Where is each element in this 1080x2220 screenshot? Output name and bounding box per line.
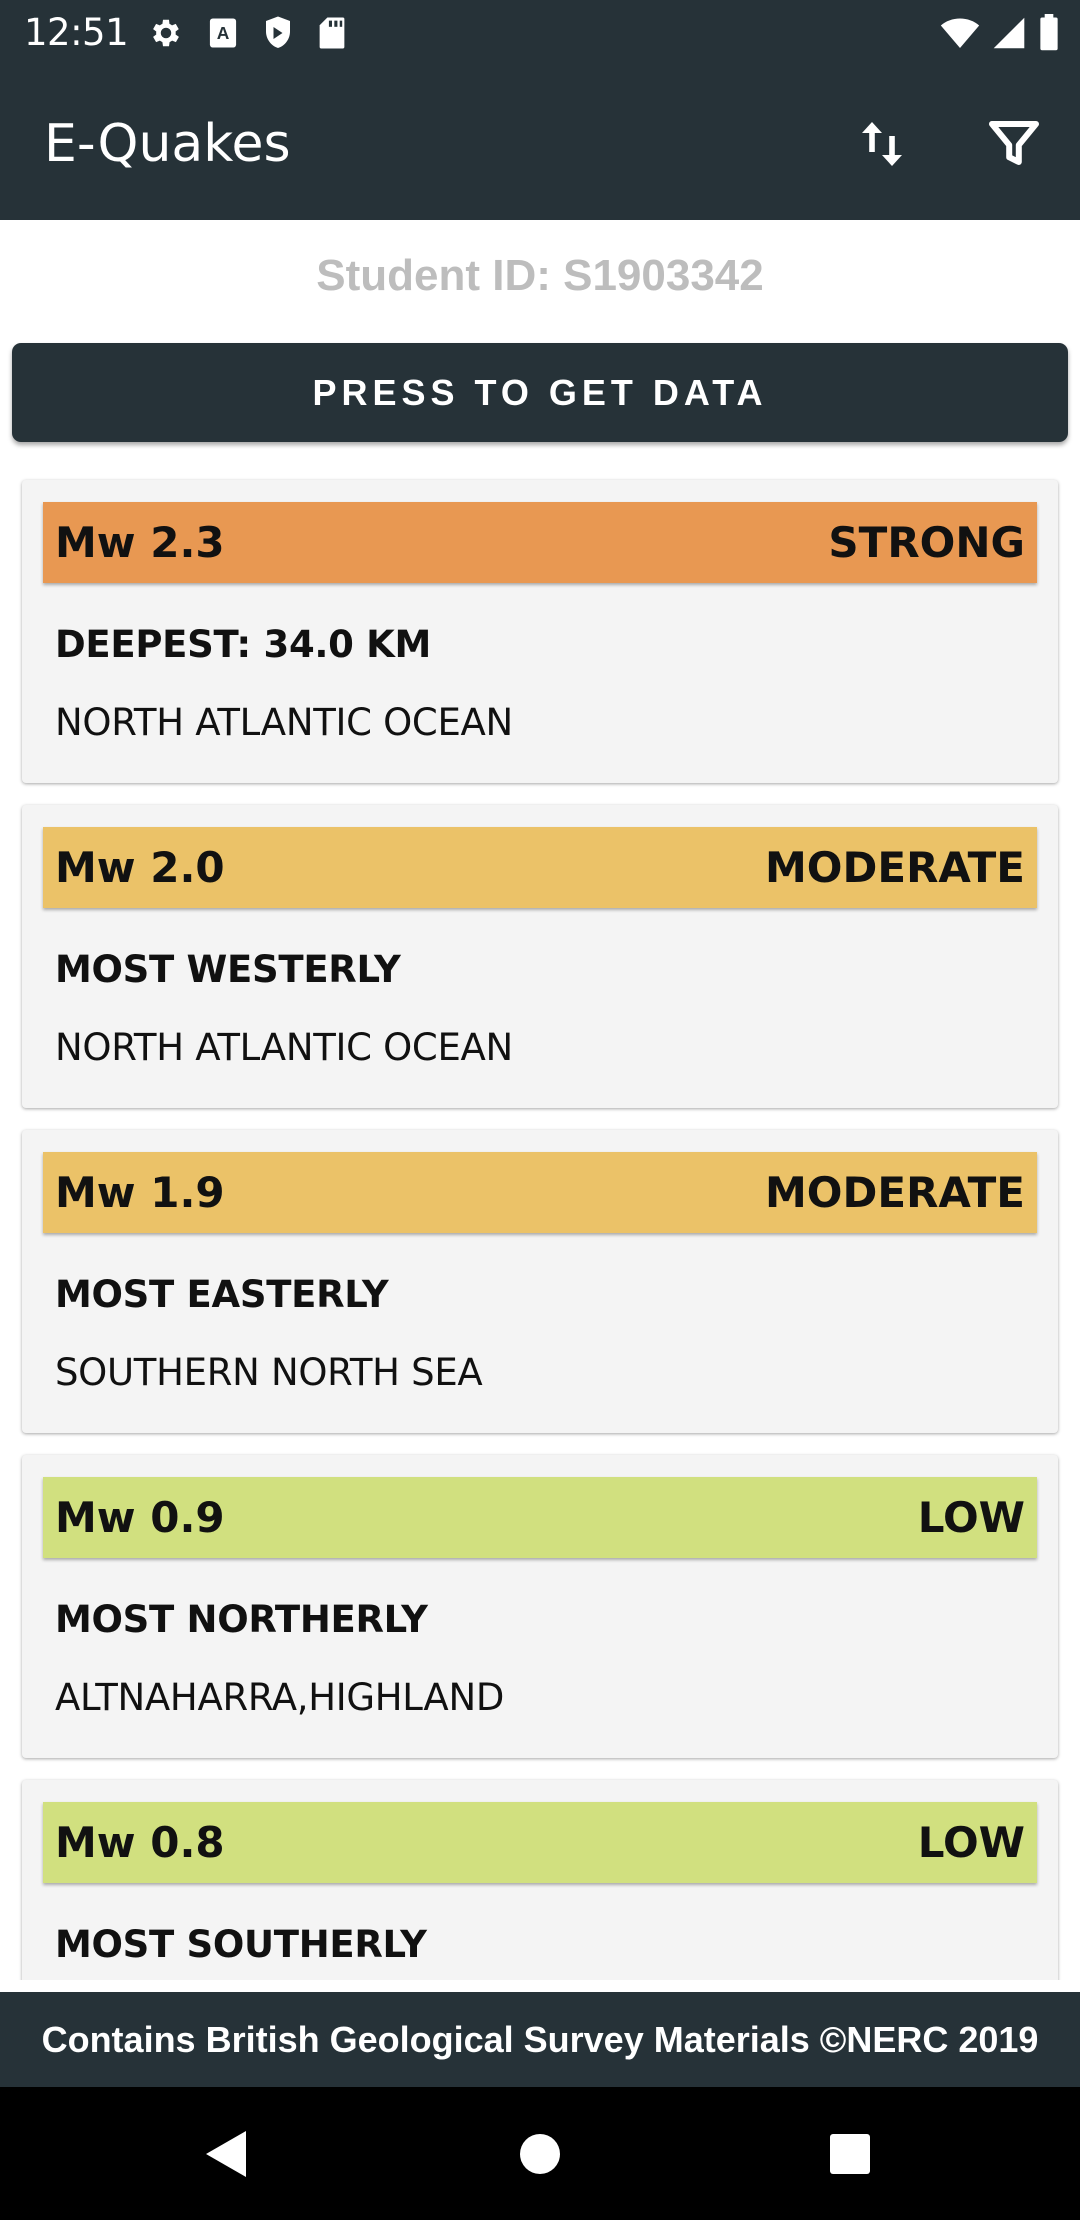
- quake-card-title: MOST SOUTHERLY: [55, 1923, 427, 1966]
- get-data-button[interactable]: PRESS TO GET DATA: [12, 343, 1068, 442]
- severity-label: MODERATE: [765, 1168, 1025, 1217]
- filter-button[interactable]: [982, 112, 1046, 176]
- quake-card[interactable]: Mw 2.0 MODERATE MOST WESTERLY NORTH ATLA…: [22, 805, 1058, 1108]
- status-bar: 12:51 A: [0, 0, 1080, 66]
- home-button[interactable]: [499, 2113, 581, 2195]
- quake-card-location: NORTH ATLANTIC OCEAN: [55, 701, 513, 744]
- quake-card-title: MOST NORTHERLY: [55, 1598, 428, 1641]
- severity-label: MODERATE: [765, 843, 1025, 892]
- font-icon: A: [209, 18, 237, 48]
- severity-label: LOW: [917, 1493, 1025, 1542]
- status-icons-right: [940, 14, 1060, 52]
- quake-card-title: MOST WESTERLY: [55, 948, 401, 991]
- quake-card-header: Mw 0.9 LOW: [43, 1477, 1037, 1558]
- battery-icon: [1040, 14, 1058, 51]
- quake-card-location: ALTNAHARRA,HIGHLAND: [55, 1676, 505, 1719]
- sort-icon: [862, 122, 902, 166]
- severity-label: LOW: [917, 1818, 1025, 1867]
- home-icon: [520, 2134, 560, 2174]
- filter-icon: [989, 121, 1039, 165]
- quake-card-header: Mw 2.0 MODERATE: [43, 827, 1037, 908]
- app-title: E-Quakes: [44, 114, 291, 174]
- status-time: 12:51: [24, 11, 129, 54]
- recents-icon: [830, 2134, 870, 2174]
- student-id: Student ID: S1903342: [316, 251, 764, 300]
- status-icons-left: A: [148, 15, 346, 51]
- magnitude-label: Mw 2.3: [55, 518, 225, 567]
- quake-card[interactable]: Mw 0.8 LOW MOST SOUTHERLY: [22, 1780, 1058, 1980]
- cell-signal-icon: [993, 17, 1025, 49]
- shield-icon: [266, 16, 290, 48]
- quake-card-header: Mw 1.9 MODERATE: [43, 1152, 1037, 1233]
- navigation-bar: [0, 2087, 1080, 2220]
- quake-card-location: NORTH ATLANTIC OCEAN: [55, 1026, 513, 1069]
- sd-card-icon: [319, 17, 345, 49]
- quake-card[interactable]: Mw 2.3 STRONG DEEPEST: 34.0 KM NORTH ATL…: [22, 480, 1058, 783]
- earthquake-list[interactable]: Mw 2.3 STRONG DEEPEST: 34.0 KM NORTH ATL…: [0, 468, 1080, 1980]
- quake-card-header: Mw 2.3 STRONG: [43, 502, 1037, 583]
- back-button[interactable]: [185, 2113, 267, 2195]
- attribution-footer: Contains British Geological Survey Mater…: [0, 1992, 1080, 2087]
- settings-icon: [153, 19, 179, 47]
- sort-button[interactable]: [850, 112, 914, 176]
- magnitude-label: Mw 2.0: [55, 843, 225, 892]
- severity-label: STRONG: [828, 518, 1025, 567]
- app-bar: E-Quakes: [0, 66, 1080, 220]
- magnitude-label: Mw 0.9: [55, 1493, 225, 1542]
- svg-text:A: A: [217, 23, 230, 43]
- wifi-icon: [940, 18, 980, 48]
- quake-card[interactable]: Mw 0.9 LOW MOST NORTHERLY ALTNAHARRA,HIG…: [22, 1455, 1058, 1758]
- back-icon: [206, 2131, 246, 2177]
- quake-card-header: Mw 0.8 LOW: [43, 1802, 1037, 1883]
- quake-card-title: DEEPEST: 34.0 KM: [55, 623, 432, 666]
- quake-card-title: MOST EASTERLY: [55, 1273, 389, 1316]
- quake-card-location: SOUTHERN NORTH SEA: [55, 1351, 483, 1394]
- magnitude-label: Mw 0.8: [55, 1818, 225, 1867]
- recents-button[interactable]: [809, 2113, 891, 2195]
- quake-card[interactable]: Mw 1.9 MODERATE MOST EASTERLY SOUTHERN N…: [22, 1130, 1058, 1433]
- magnitude-label: Mw 1.9: [55, 1168, 225, 1217]
